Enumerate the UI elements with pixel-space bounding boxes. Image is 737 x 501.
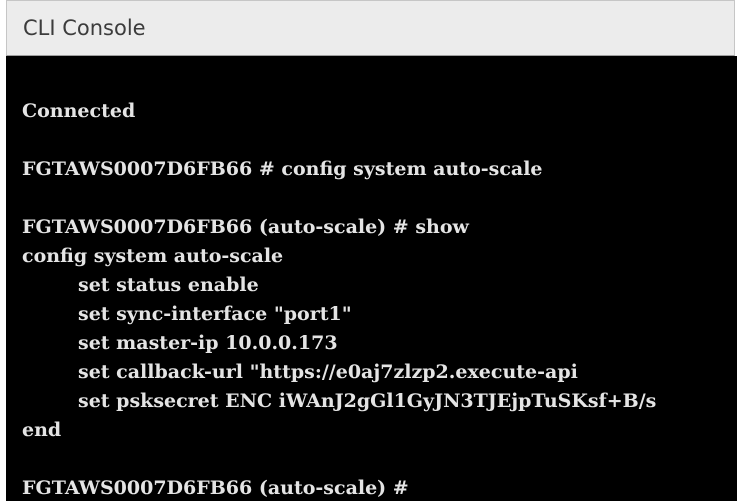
window-title: CLI Console — [23, 16, 146, 40]
terminal-line: FGTAWS0007D6FB66 # config system auto-sc… — [22, 158, 543, 180]
terminal-line: set status enable — [78, 274, 259, 296]
terminal-line: FGTAWS0007D6FB66 (auto-scale) # show — [22, 216, 469, 238]
title-bar[interactable]: CLI Console — [6, 0, 735, 56]
terminal-prompt: FGTAWS0007D6FB66 (auto-scale) # — [22, 477, 409, 499]
cli-console-window: CLI Console Connected FGTAWS0007D6FB66 #… — [0, 0, 737, 501]
terminal-line: set callback-url "https://e0aj7zlzp2.exe… — [78, 361, 578, 383]
terminal-line: set master-ip 10.0.0.173 — [78, 332, 338, 354]
terminal-line: end — [22, 419, 62, 441]
terminal-line: Connected — [22, 100, 136, 122]
terminal-line: set psksecret ENC iWAnJ2gGl1GyJN3TJEjpTu… — [78, 390, 657, 412]
terminal-output[interactable]: Connected FGTAWS0007D6FB66 # config syst… — [6, 56, 737, 501]
terminal-line: set sync-interface "port1" — [78, 303, 352, 325]
terminal-line: config system auto-scale — [22, 245, 284, 267]
